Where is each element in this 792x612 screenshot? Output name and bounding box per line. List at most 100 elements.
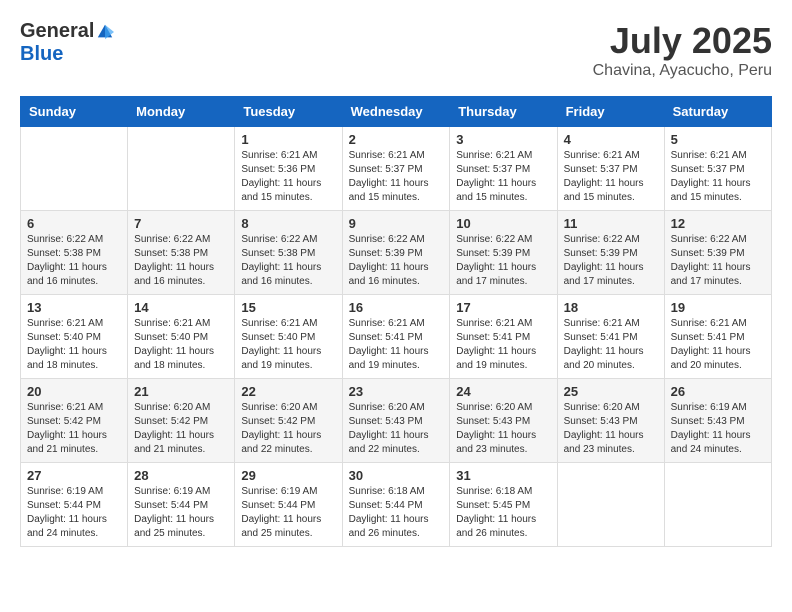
month-title: July 2025 [593,20,772,62]
calendar-cell: 27 Sunrise: 6:19 AM Sunset: 5:44 PM Dayli… [21,463,128,547]
calendar-cell: 1 Sunrise: 6:21 AM Sunset: 5:36 PM Daylig… [235,127,342,211]
day-number: 6 [27,216,121,231]
day-detail: Sunrise: 6:18 AM Sunset: 5:44 PM Dayligh… [349,485,444,541]
day-header-monday: Monday [128,97,235,127]
calendar-cell: 19Sunrise: 6:21 AM Sunset: 5:41 PM Dayli… [664,295,771,379]
day-number: 29 [241,468,335,483]
day-detail: Sunrise: 6:22 AM Sunset: 5:39 PM Dayligh… [671,233,765,289]
calendar-week-row: 20Sunrise: 6:21 AM Sunset: 5:42 PM Dayli… [21,379,772,463]
day-detail: Sunrise: 6:19 AM Sunset: 5:44 PM Dayligh… [241,485,335,541]
calendar-week-row: 6 Sunrise: 6:22 AM Sunset: 5:38 PM Daylig… [21,211,772,295]
day-number: 1 [241,132,335,147]
day-detail: Sunrise: 6:20 AM Sunset: 5:43 PM Dayligh… [456,401,550,457]
day-detail: Sunrise: 6:20 AM Sunset: 5:42 PM Dayligh… [241,401,335,457]
day-header-sunday: Sunday [21,97,128,127]
calendar-cell: 25 Sunrise: 6:20 AM Sunset: 5:43 PM Dayli… [557,379,664,463]
day-number: 5 [671,132,765,147]
day-number: 12 [671,216,765,231]
logo: General Blue [20,20,114,66]
day-number: 31 [456,468,550,483]
calendar-cell: 13Sunrise: 6:21 AM Sunset: 5:40 PM Dayli… [21,295,128,379]
calendar-cell: 5 Sunrise: 6:21 AM Sunset: 5:37 PM Daylig… [664,127,771,211]
calendar-cell: 30 Sunrise: 6:18 AM Sunset: 5:44 PM Dayli… [342,463,450,547]
day-number: 24 [456,384,550,399]
calendar-cell: 29 Sunrise: 6:19 AM Sunset: 5:44 PM Dayli… [235,463,342,547]
day-detail: Sunrise: 6:20 AM Sunset: 5:42 PM Dayligh… [134,401,228,457]
day-number: 22 [241,384,335,399]
day-number: 26 [671,384,765,399]
day-detail: Sunrise: 6:22 AM Sunset: 5:38 PM Dayligh… [27,233,121,289]
calendar-cell: 4 Sunrise: 6:21 AM Sunset: 5:37 PM Daylig… [557,127,664,211]
day-header-tuesday: Tuesday [235,97,342,127]
calendar-cell [557,463,664,547]
day-number: 7 [134,216,228,231]
day-detail: Sunrise: 6:19 AM Sunset: 5:44 PM Dayligh… [134,485,228,541]
day-detail: Sunrise: 6:19 AM Sunset: 5:43 PM Dayligh… [671,401,765,457]
day-detail: Sunrise: 6:21 AM Sunset: 5:40 PM Dayligh… [134,317,228,373]
calendar-cell: 2Sunrise: 6:21 AM Sunset: 5:37 PM Daylig… [342,127,450,211]
day-number: 11 [564,216,658,231]
day-detail: Sunrise: 6:22 AM Sunset: 5:39 PM Dayligh… [564,233,658,289]
calendar-cell: 10 Sunrise: 6:22 AM Sunset: 5:39 PM Dayli… [450,211,557,295]
day-header-saturday: Saturday [664,97,771,127]
day-number: 18 [564,300,658,315]
title-section: July 2025 Chavina, Ayacucho, Peru [593,20,772,80]
calendar-cell: 28 Sunrise: 6:19 AM Sunset: 5:44 PM Dayli… [128,463,235,547]
day-detail: Sunrise: 6:20 AM Sunset: 5:43 PM Dayligh… [349,401,444,457]
day-number: 21 [134,384,228,399]
calendar-cell: 7Sunrise: 6:22 AM Sunset: 5:38 PM Daylig… [128,211,235,295]
day-number: 27 [27,468,121,483]
calendar-cell: 17 Sunrise: 6:21 AM Sunset: 5:41 PM Dayli… [450,295,557,379]
day-number: 3 [456,132,550,147]
day-number: 17 [456,300,550,315]
day-number: 4 [564,132,658,147]
calendar-cell: 14 Sunrise: 6:21 AM Sunset: 5:40 PM Dayli… [128,295,235,379]
calendar-cell: 20Sunrise: 6:21 AM Sunset: 5:42 PM Dayli… [21,379,128,463]
logo-general: General [20,20,94,43]
day-detail: Sunrise: 6:21 AM Sunset: 5:36 PM Dayligh… [241,149,335,205]
day-detail: Sunrise: 6:21 AM Sunset: 5:37 PM Dayligh… [349,149,444,205]
day-detail: Sunrise: 6:22 AM Sunset: 5:39 PM Dayligh… [456,233,550,289]
logo-icon [96,23,114,41]
calendar-week-row: 27 Sunrise: 6:19 AM Sunset: 5:44 PM Dayli… [21,463,772,547]
calendar-cell: 3 Sunrise: 6:21 AM Sunset: 5:37 PM Daylig… [450,127,557,211]
day-detail: Sunrise: 6:21 AM Sunset: 5:40 PM Dayligh… [241,317,335,373]
calendar-week-row: 1 Sunrise: 6:21 AM Sunset: 5:36 PM Daylig… [21,127,772,211]
calendar-week-row: 13Sunrise: 6:21 AM Sunset: 5:40 PM Dayli… [21,295,772,379]
calendar-cell: 16Sunrise: 6:21 AM Sunset: 5:41 PM Dayli… [342,295,450,379]
calendar-cell: 15 Sunrise: 6:21 AM Sunset: 5:40 PM Dayli… [235,295,342,379]
day-detail: Sunrise: 6:20 AM Sunset: 5:43 PM Dayligh… [564,401,658,457]
day-header-wednesday: Wednesday [342,97,450,127]
day-detail: Sunrise: 6:22 AM Sunset: 5:39 PM Dayligh… [349,233,444,289]
calendar-cell: 18Sunrise: 6:21 AM Sunset: 5:41 PM Dayli… [557,295,664,379]
calendar-cell [128,127,235,211]
day-detail: Sunrise: 6:21 AM Sunset: 5:37 PM Dayligh… [564,149,658,205]
page-header: General Blue July 2025 Chavina, Ayacucho… [20,20,772,80]
day-detail: Sunrise: 6:22 AM Sunset: 5:38 PM Dayligh… [241,233,335,289]
calendar-cell: 6 Sunrise: 6:22 AM Sunset: 5:38 PM Daylig… [21,211,128,295]
calendar-cell: 11 Sunrise: 6:22 AM Sunset: 5:39 PM Dayli… [557,211,664,295]
calendar-cell: 21 Sunrise: 6:20 AM Sunset: 5:42 PM Dayli… [128,379,235,463]
day-number: 8 [241,216,335,231]
logo-blue: Blue [20,43,63,66]
day-detail: Sunrise: 6:21 AM Sunset: 5:37 PM Dayligh… [671,149,765,205]
calendar-cell: 26 Sunrise: 6:19 AM Sunset: 5:43 PM Dayli… [664,379,771,463]
calendar-cell [21,127,128,211]
calendar-cell: 23Sunrise: 6:20 AM Sunset: 5:43 PM Dayli… [342,379,450,463]
day-number: 10 [456,216,550,231]
day-detail: Sunrise: 6:19 AM Sunset: 5:44 PM Dayligh… [27,485,121,541]
calendar-cell: 22 Sunrise: 6:20 AM Sunset: 5:42 PM Dayli… [235,379,342,463]
day-number: 16 [349,300,444,315]
day-number: 30 [349,468,444,483]
calendar-table: SundayMondayTuesdayWednesdayThursdayFrid… [20,96,772,547]
day-number: 14 [134,300,228,315]
location-title: Chavina, Ayacucho, Peru [593,62,772,80]
day-detail: Sunrise: 6:21 AM Sunset: 5:41 PM Dayligh… [456,317,550,373]
day-number: 15 [241,300,335,315]
calendar-cell: 31Sunrise: 6:18 AM Sunset: 5:45 PM Dayli… [450,463,557,547]
day-number: 28 [134,468,228,483]
day-number: 25 [564,384,658,399]
calendar-cell: 8 Sunrise: 6:22 AM Sunset: 5:38 PM Daylig… [235,211,342,295]
day-detail: Sunrise: 6:21 AM Sunset: 5:37 PM Dayligh… [456,149,550,205]
day-detail: Sunrise: 6:21 AM Sunset: 5:40 PM Dayligh… [27,317,121,373]
